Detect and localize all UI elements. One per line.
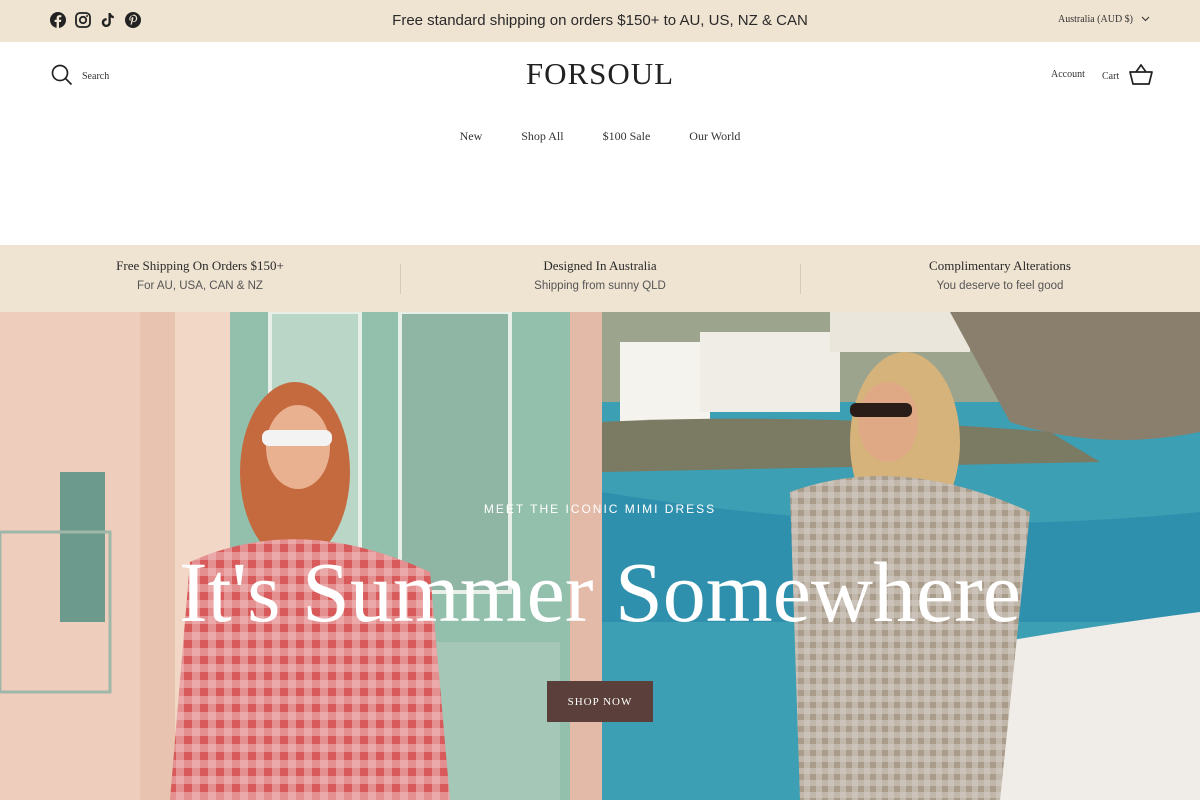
hero-banner[interactable]: MEET THE ICONIC MIMI DRESS It's Summer S…: [0, 312, 1200, 800]
usp-subtitle: Shipping from sunny QLD: [534, 280, 666, 292]
usp-title: Free Shipping On Orders $150+: [116, 258, 284, 273]
basket-icon: [1129, 63, 1154, 89]
shop-now-button[interactable]: SHOP NOW: [547, 681, 653, 722]
cart-label: Cart: [1102, 71, 1120, 82]
usp-item: Designed In Australia Shipping from sunn…: [400, 245, 800, 312]
usp-subtitle: You deserve to feel good: [936, 280, 1064, 292]
cart-button[interactable]: Cart: [1102, 63, 1154, 89]
announcement-bar: Free standard shipping on orders $150+ t…: [0, 0, 1200, 42]
announcement-text: Free standard shipping on orders $150+ t…: [392, 12, 808, 29]
hero-title: It's Summer Somewhere: [179, 544, 1021, 640]
nav-item-sale[interactable]: $100 Sale: [603, 129, 651, 144]
usp-subtitle: For AU, USA, CAN & NZ: [137, 280, 263, 292]
site-header: Search FORSOUL Account Cart New Shop All…: [0, 42, 1200, 245]
main-nav: New Shop All $100 Sale Our World: [0, 129, 1200, 144]
nav-item-new[interactable]: New: [460, 129, 483, 144]
usp-item: Free Shipping On Orders $150+ For AU, US…: [0, 245, 400, 312]
nav-item-shop-all[interactable]: Shop All: [521, 129, 563, 144]
currency-label: Australia (AUD $): [1058, 14, 1133, 25]
hero-kicker: MEET THE ICONIC MIMI DRESS: [483, 502, 717, 516]
site-logo[interactable]: FORSOUL: [0, 56, 1200, 92]
usp-title: Designed In Australia: [543, 258, 657, 273]
chevron-down-icon: [1141, 14, 1150, 25]
usp-item: Complimentary Alterations You deserve to…: [800, 245, 1200, 312]
usp-strip: Free Shipping On Orders $150+ For AU, US…: [0, 245, 1200, 312]
currency-selector[interactable]: Australia (AUD $): [1058, 14, 1150, 25]
account-link[interactable]: Account: [1051, 69, 1085, 80]
usp-title: Complimentary Alterations: [929, 258, 1071, 273]
nav-item-our-world[interactable]: Our World: [689, 129, 740, 144]
